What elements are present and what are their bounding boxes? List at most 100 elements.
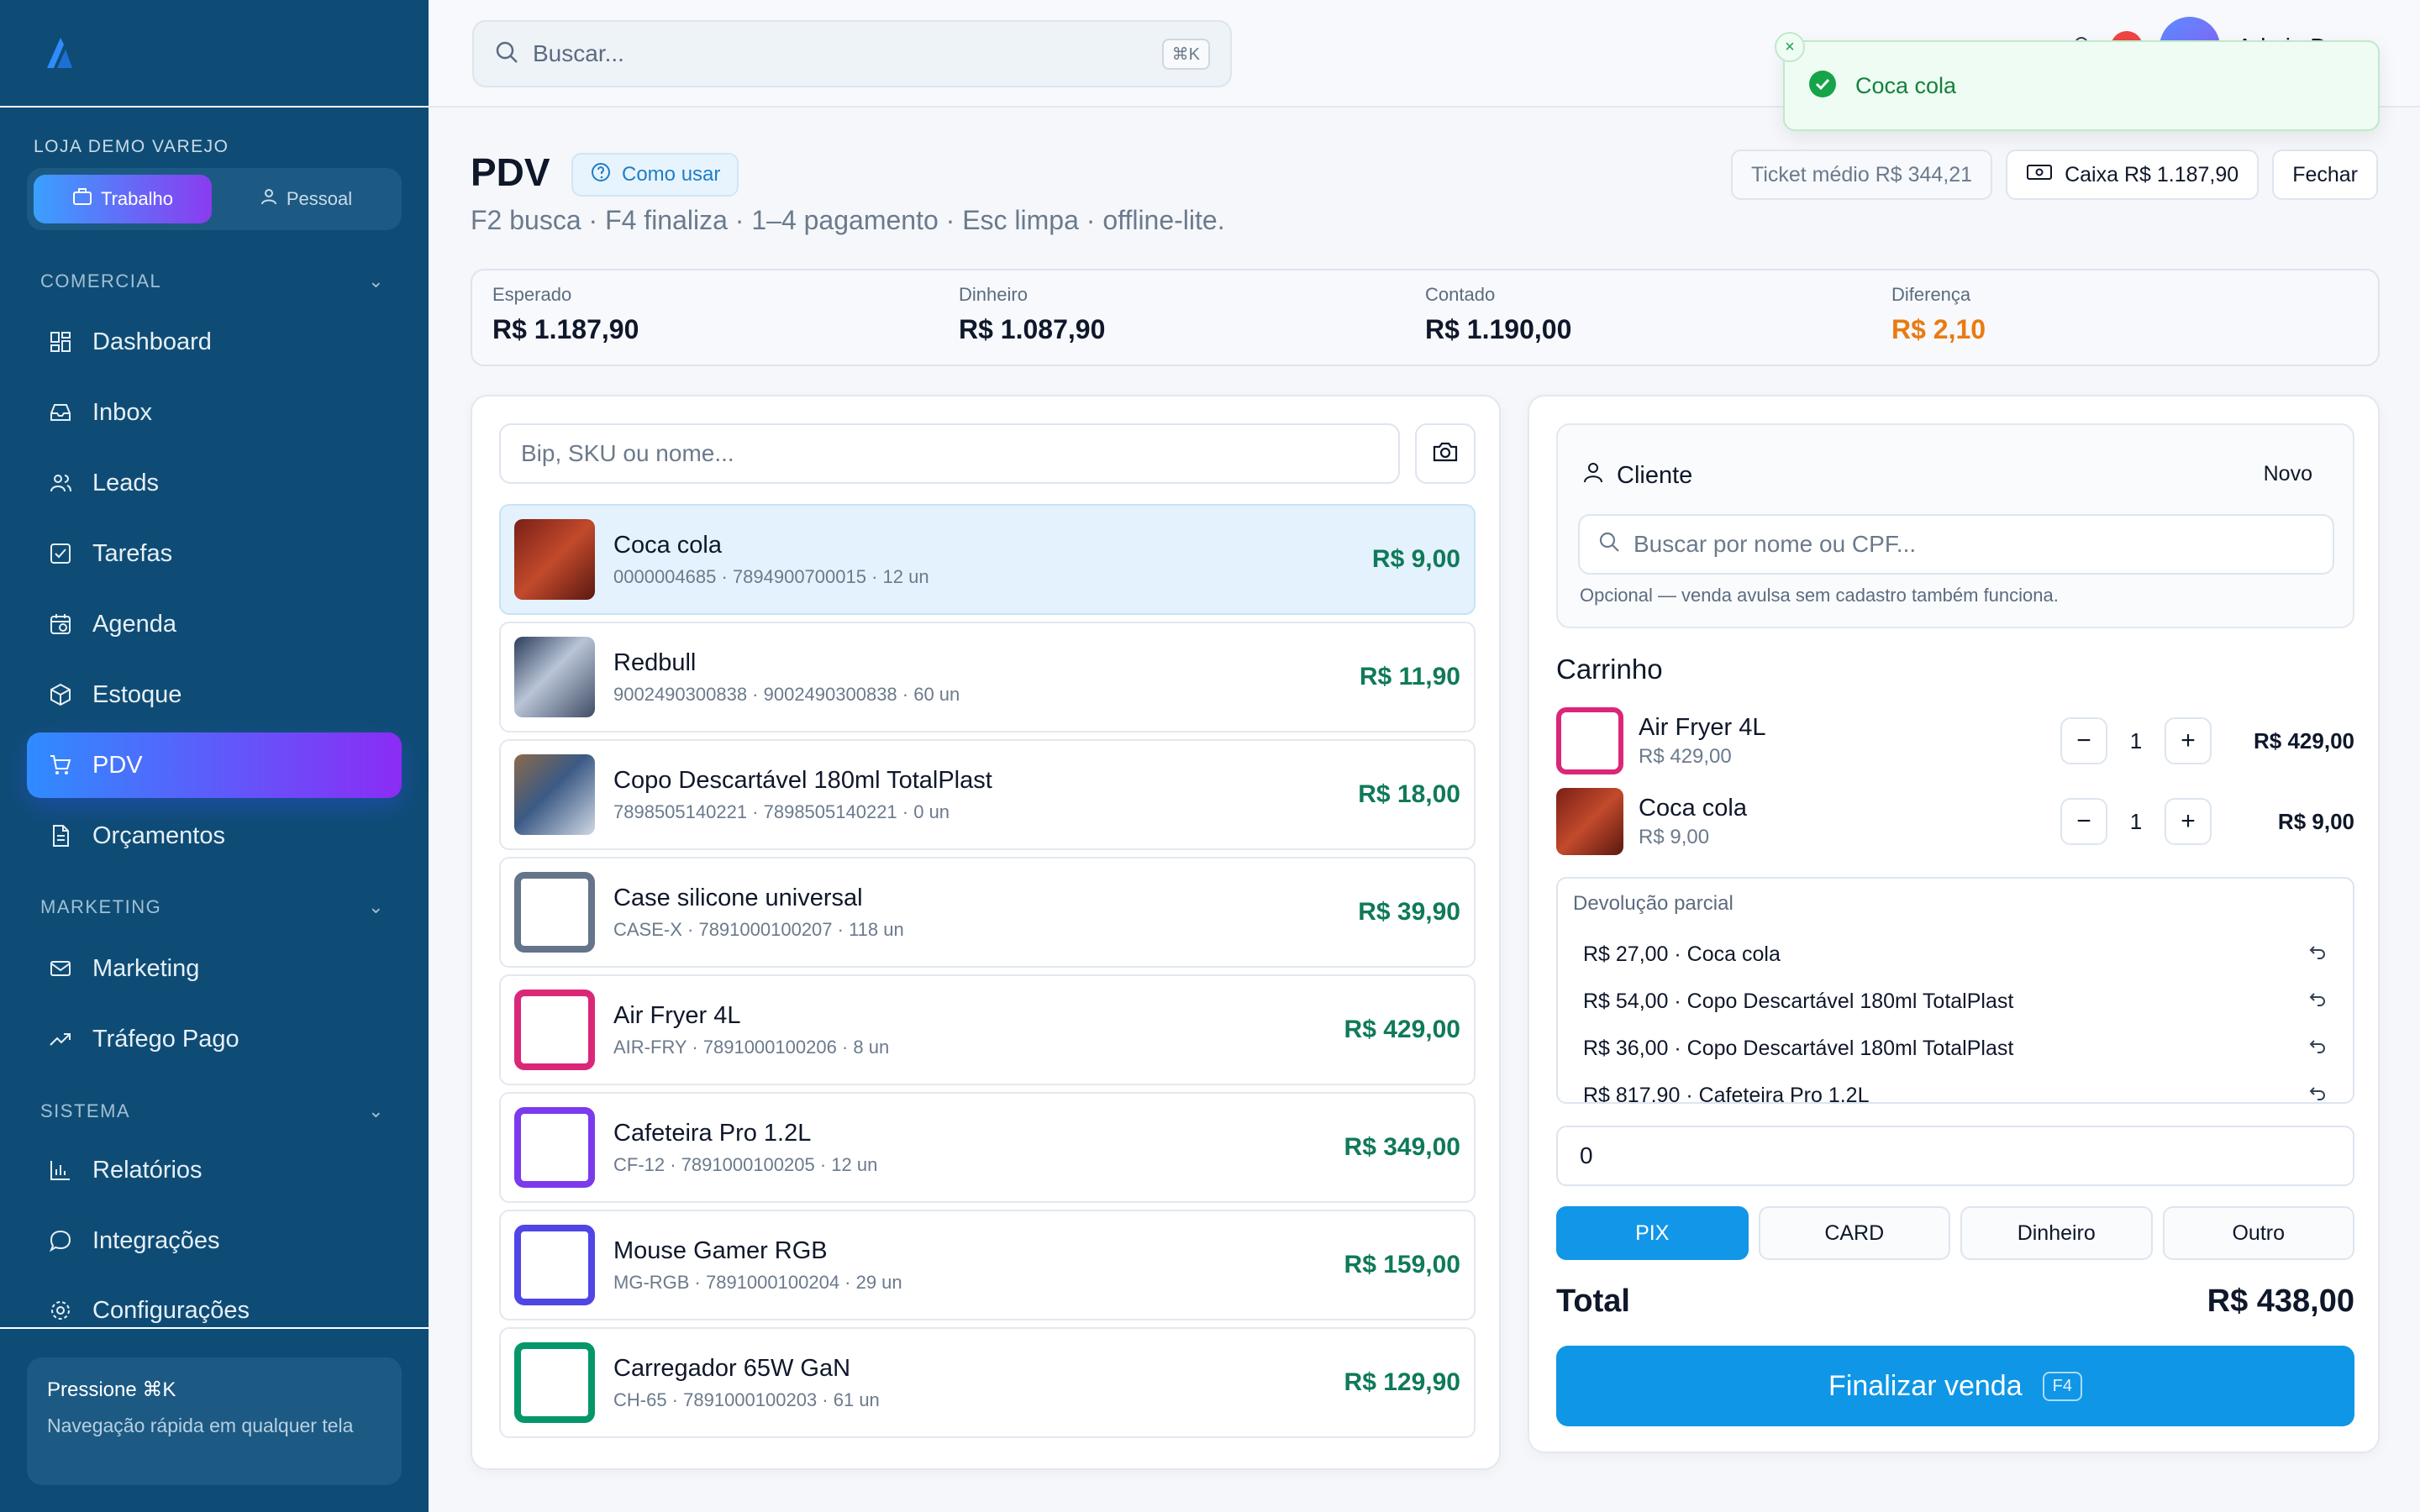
summary-label: Contado xyxy=(1425,284,1496,305)
finalize-sale-button[interactable]: Finalizar venda F4 xyxy=(1556,1346,2354,1426)
increase-quantity-button[interactable]: + xyxy=(2165,798,2212,845)
summary-value: R$ 1.190,00 xyxy=(1425,314,1572,344)
sidebar-item-label: Inbox xyxy=(92,398,152,426)
mode-personal-button[interactable]: Pessoal xyxy=(217,175,395,223)
hint-text: Navegação rápida em qualquer tela xyxy=(47,1415,354,1436)
partial-return-list[interactable]: Devolução parcial R$ 27,00 · Coca cola R… xyxy=(1556,877,2354,1104)
dashboard-icon xyxy=(47,328,74,355)
return-item[interactable]: R$ 36,00 · Copo Descartável 180ml TotalP… xyxy=(1573,1025,2338,1072)
store-label: LOJA DEMO VAREJO xyxy=(34,137,229,156)
product-item[interactable]: Carregador 65W GaN CH-65 · 7891000100203 … xyxy=(499,1327,1476,1438)
section-comercial[interactable]: COMERCIAL ⌄ xyxy=(40,270,385,292)
bar-chart-icon xyxy=(47,1157,74,1184)
undo-icon[interactable] xyxy=(2307,942,2328,968)
sidebar-divider xyxy=(0,1327,429,1329)
close-icon[interactable]: × xyxy=(1775,32,1805,62)
product-price: R$ 9,00 xyxy=(1371,545,1460,573)
product-name: Mouse Gamer RGB xyxy=(613,1236,828,1264)
toast-notification: × Coca cola xyxy=(1775,32,2380,131)
return-item[interactable]: R$ 54,00 · Copo Descartável 180ml TotalP… xyxy=(1573,978,2338,1025)
client-title: Cliente xyxy=(1581,460,1692,491)
payment-cash-button[interactable]: Dinheiro xyxy=(1960,1206,2153,1260)
product-item[interactable]: Redbull 9002490300838 · 9002490300838 · 6… xyxy=(499,622,1476,732)
product-item[interactable]: Cafeteira Pro 1.2L CF-12 · 7891000100205 … xyxy=(499,1092,1476,1203)
mode-personal-label: Pessoal xyxy=(286,188,353,209)
product-item[interactable]: Mouse Gamer RGB MG-RGB · 7891000100204 · … xyxy=(499,1210,1476,1320)
product-item[interactable]: Copo Descartável 180ml TotalPlast 7898505… xyxy=(499,739,1476,850)
fechar-button[interactable]: Fechar xyxy=(2272,150,2378,200)
sidebar-item-tarefas[interactable]: Tarefas xyxy=(27,521,402,586)
sidebar-item-marketing[interactable]: Marketing xyxy=(27,936,402,1001)
sidebar-item-leads[interactable]: Leads xyxy=(27,450,402,516)
global-search[interactable]: Buscar... ⌘K xyxy=(472,20,1232,87)
summary-label: Diferença xyxy=(1891,284,1971,305)
decrease-quantity-button[interactable]: − xyxy=(2060,717,2107,764)
returns-title: Devolução parcial xyxy=(1573,892,1733,915)
product-name: Redbull xyxy=(613,648,697,676)
payment-pix-button[interactable]: PIX xyxy=(1556,1206,1749,1260)
sidebar-item-pdv[interactable]: PDV xyxy=(27,732,402,798)
client-card: Cliente Novo Buscar por nome ou CPF... O… xyxy=(1556,423,2354,628)
undo-icon[interactable] xyxy=(2307,1083,2328,1103)
quantity-value: 1 xyxy=(2129,808,2143,834)
product-info: Cafeteira Pro 1.2L CF-12 · 7891000100205 … xyxy=(613,1120,1344,1176)
sidebar-item-configuracoes[interactable]: Configurações xyxy=(27,1278,402,1327)
sidebar: LOJA DEMO VAREJO Trabalho Pessoal COMERC… xyxy=(0,0,429,1512)
summary-esperado: Esperado R$ 1.187,90 xyxy=(492,284,959,351)
logo[interactable] xyxy=(0,0,429,108)
finalize-shortcut: F4 xyxy=(2042,1371,2082,1401)
sidebar-item-label: Marketing xyxy=(92,954,200,982)
undo-icon[interactable] xyxy=(2307,989,2328,1015)
payment-other-button[interactable]: Outro xyxy=(2162,1206,2354,1260)
caixa-button[interactable]: Caixa R$ 1.187,90 xyxy=(2006,150,2260,200)
search-input[interactable]: Buscar... xyxy=(533,40,1149,67)
sidebar-item-relatorios[interactable]: Relatórios xyxy=(27,1137,402,1203)
section-sistema[interactable]: SISTEMA ⌄ xyxy=(40,1100,385,1122)
product-meta: MG-RGB · 7891000100204 · 29 un xyxy=(613,1271,902,1293)
total-row: Total R$ 438,00 xyxy=(1556,1284,2354,1320)
sidebar-item-dashboard[interactable]: Dashboard xyxy=(27,309,402,375)
trending-icon xyxy=(47,1026,74,1053)
sidebar-item-label: Dashboard xyxy=(92,328,212,355)
product-item[interactable]: Coca cola 0000004685 · 7894900700015 · 12… xyxy=(499,504,1476,615)
section-marketing[interactable]: MARKETING ⌄ xyxy=(40,896,385,918)
camera-scan-button[interactable] xyxy=(1415,423,1476,484)
cash-summary: Esperado R$ 1.187,90 Dinheiro R$ 1.087,90 … xyxy=(471,269,2380,366)
undo-icon[interactable] xyxy=(2307,1036,2328,1062)
product-placeholder-thumbnail xyxy=(514,1107,595,1188)
increase-quantity-button[interactable]: + xyxy=(2165,717,2212,764)
client-search-input[interactable]: Buscar por nome ou CPF... xyxy=(1578,514,2334,575)
check-circle-icon xyxy=(1808,70,1837,102)
product-price: R$ 129,90 xyxy=(1344,1368,1460,1396)
search-shortcut: ⌘K xyxy=(1161,38,1210,70)
product-search-input[interactable]: Bip, SKU ou nome... xyxy=(499,423,1400,484)
product-item[interactable]: Air Fryer 4L AIR-FRY · 7891000100206 · 8 … xyxy=(499,974,1476,1085)
new-client-button[interactable]: Novo xyxy=(2264,462,2312,486)
product-item[interactable]: Case silicone universal CASE-X · 78910001… xyxy=(499,857,1476,968)
return-item[interactable]: R$ 27,00 · Coca cola xyxy=(1573,931,2338,978)
summary-value: R$ 1.087,90 xyxy=(959,314,1106,344)
product-name: Carregador 65W GaN xyxy=(613,1354,851,1382)
sidebar-item-agenda[interactable]: Agenda xyxy=(27,591,402,657)
cart-item: Air Fryer 4L R$ 429,00 − 1 + R$ 429,00 xyxy=(1556,707,2354,774)
return-item-label: R$ 54,00 · Copo Descartável 180ml TotalP… xyxy=(1583,989,2014,1013)
summary-contado: Contado R$ 1.190,00 xyxy=(1425,284,1891,351)
hint-title: Pressione ⌘K xyxy=(47,1378,176,1401)
product-price: R$ 18,00 xyxy=(1358,780,1460,808)
mode-work-button[interactable]: Trabalho xyxy=(34,175,212,223)
sidebar-item-inbox[interactable]: Inbox xyxy=(27,380,402,445)
sidebar-item-estoque[interactable]: Estoque xyxy=(27,662,402,727)
decrease-quantity-button[interactable]: − xyxy=(2060,798,2107,845)
summary-label: Esperado xyxy=(492,284,572,305)
cart-item-thumbnail xyxy=(1556,788,1623,855)
how-to-button[interactable]: Como usar xyxy=(571,153,739,197)
amount-received-input[interactable]: 0 xyxy=(1556,1126,2354,1186)
product-name: Coca cola xyxy=(613,531,722,559)
return-item[interactable]: R$ 817,90 · Cafeteira Pro 1.2L xyxy=(1573,1072,2338,1103)
return-item-label: R$ 27,00 · Coca cola xyxy=(1583,942,1781,966)
payment-card-button[interactable]: CARD xyxy=(1758,1206,1950,1260)
quantity-stepper: − 1 + xyxy=(2060,798,2212,845)
sidebar-item-orcamentos[interactable]: Orçamentos xyxy=(27,803,402,869)
sidebar-item-trafego-pago[interactable]: Tráfego Pago xyxy=(27,1006,402,1072)
sidebar-item-integracoes[interactable]: Integrações xyxy=(27,1208,402,1273)
